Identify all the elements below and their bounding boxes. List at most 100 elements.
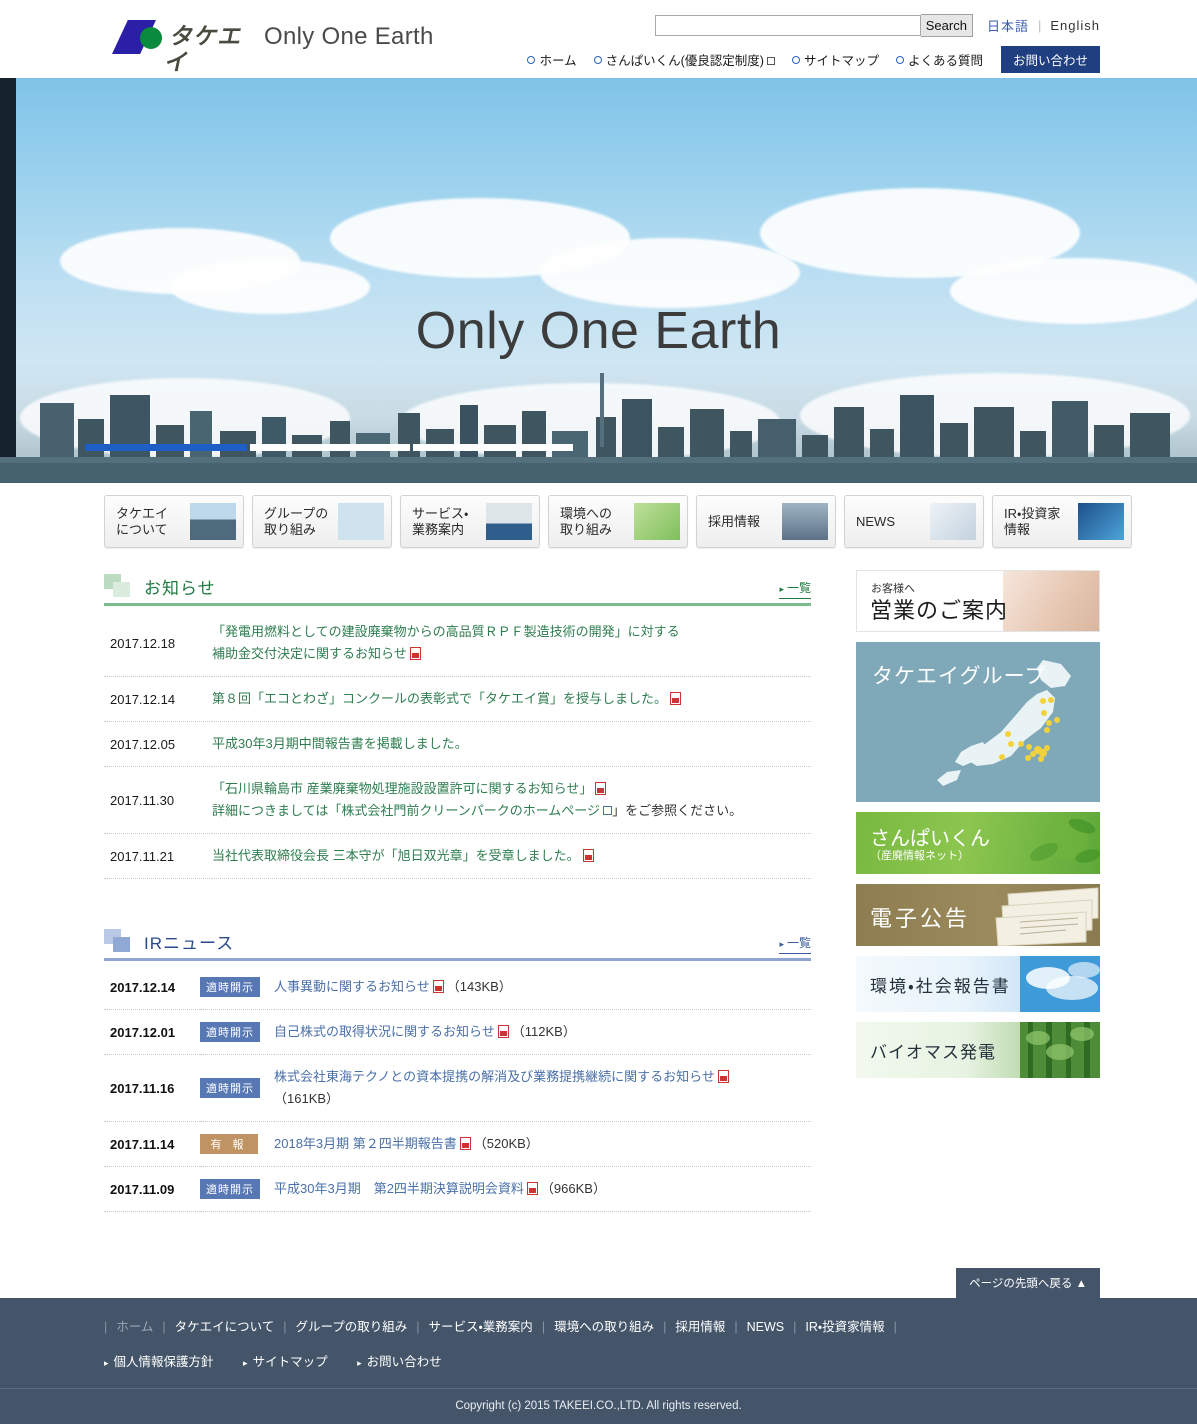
banner-env-social-report[interactable]: 環境・社会報告書 bbox=[856, 956, 1100, 1012]
footer-privacy-link[interactable]: ▸ 個人情報保護方針 bbox=[104, 1355, 214, 1369]
ir-date: 2017.11.09 bbox=[110, 1181, 175, 1197]
table-row[interactable]: 2017.12.05 平成30年3月期中間報告書を掲載しました。 bbox=[104, 722, 811, 767]
contact-button[interactable]: お問い合わせ bbox=[1000, 46, 1100, 73]
footer-contact-link[interactable]: ▸ お問い合わせ bbox=[357, 1355, 442, 1369]
footer-nav-item-group[interactable]: グループの取り組み bbox=[287, 1320, 417, 1334]
ir-more-link[interactable]: ▸ 一覧 bbox=[779, 934, 811, 954]
news-link[interactable]: 「発電用燃料としての建設廃棄物からの高品質ＲＰＦ製造技術の開発」に対する bbox=[212, 624, 680, 639]
gnav-tile-label-line2: について bbox=[116, 521, 168, 537]
footer-sub-label: 個人情報保護方針 bbox=[113, 1355, 214, 1369]
footer-sitemap-link[interactable]: ▸ サイトマップ bbox=[243, 1355, 328, 1369]
ir-link[interactable]: 平成30年3月期 第2四半期決算説明会資料 bbox=[274, 1181, 524, 1196]
gnav-tile-ir[interactable]: IR・投資家 情報 bbox=[992, 495, 1132, 548]
pdf-icon[interactable] bbox=[497, 1025, 509, 1038]
status-badge: 適時開示 bbox=[200, 977, 260, 997]
news-link[interactable]: 「石川県輪島市 産業廃棄物処理施設設置許可に関するお知らせ」 bbox=[212, 781, 592, 796]
pdf-icon[interactable] bbox=[459, 1137, 471, 1150]
ir-link[interactable]: 2018年3月期 第２四半期報告書 bbox=[274, 1136, 457, 1151]
header-nav-item-sitemap[interactable]: サイトマップ bbox=[791, 50, 879, 69]
table-row[interactable]: 2017.12.14 第８回「エコとわざ」コンクールの表彰式で「タケエイ賞」を授… bbox=[104, 677, 811, 722]
table-row[interactable]: 2017.12.14 適時開示 人事異動に関するお知らせ （143KB） bbox=[104, 965, 811, 1010]
logo-mark-icon: タケエイ bbox=[112, 18, 252, 76]
hero-slider-indicator[interactable] bbox=[85, 444, 576, 451]
footer-nav-item-about[interactable]: タケエイについて bbox=[166, 1320, 284, 1334]
globe-data-thumb-icon bbox=[1078, 503, 1124, 540]
pdf-icon[interactable] bbox=[432, 980, 444, 993]
table-row[interactable]: 2017.11.30 「石川県輪島市 産業廃棄物処理施設設置許可に関するお知らせ… bbox=[104, 767, 811, 834]
news-date: 2017.11.30 bbox=[110, 792, 175, 808]
table-row[interactable]: 2017.11.16 適時開示 株式会社東海テクノとの資本提携の解消及び業務提携… bbox=[104, 1055, 811, 1122]
search-input[interactable] bbox=[654, 15, 921, 36]
ir-date: 2017.11.14 bbox=[110, 1136, 175, 1152]
pdf-icon[interactable] bbox=[595, 782, 607, 795]
pdf-icon[interactable] bbox=[717, 1070, 729, 1083]
gnav-tile-label-line1: グループの bbox=[264, 505, 329, 521]
banner-sales-guide[interactable]: お客様へ 営業のご案内 bbox=[856, 570, 1100, 632]
hero-banner[interactable]: Only One Earth bbox=[0, 78, 1197, 483]
footer-spacer bbox=[0, 1212, 1197, 1268]
news-more-link[interactable]: ▸ 一覧 bbox=[779, 579, 811, 599]
news-link[interactable]: 当社代表取締役会長 三本守が「旭日双光章」を受章しました。 bbox=[212, 848, 580, 863]
site-logo[interactable]: タケエイ Only One Earth bbox=[112, 18, 434, 76]
gnav-tile-group[interactable]: グループの 取り組み bbox=[252, 495, 392, 548]
gnav-tile-news[interactable]: NEWS bbox=[844, 495, 984, 548]
table-row[interactable]: 2017.11.09 適時開示 平成30年3月期 第2四半期決算説明会資料 （96… bbox=[104, 1167, 811, 1212]
ir-text: 2018年3月期 第２四半期報告書 bbox=[274, 1136, 457, 1151]
gnav-tile-recruit[interactable]: 採用情報 bbox=[696, 495, 836, 548]
footer-nav-item-environment[interactable]: 環境への取り組み bbox=[545, 1320, 663, 1334]
ir-date: 2017.11.16 bbox=[110, 1080, 175, 1096]
gnav-tile-label-line2: 業務案内 bbox=[412, 521, 465, 537]
table-row[interactable]: 2017.12.01 適時開示 自己株式の取得状況に関するお知らせ （112KB） bbox=[104, 1010, 811, 1055]
news-section-title: お知らせ bbox=[144, 579, 216, 598]
page-top-button[interactable]: ページの先頭へ戻る ▲ bbox=[956, 1268, 1100, 1298]
ir-link[interactable]: 株式会社東海テクノとの資本提携の解消及び業務提携継続に関するお知らせ bbox=[274, 1069, 715, 1084]
page-root: タケエイ Only One Earth Search 日本語 | English… bbox=[0, 0, 1197, 1424]
pdf-icon[interactable] bbox=[526, 1182, 538, 1195]
ir-link[interactable]: 自己株式の取得状況に関するお知らせ bbox=[274, 1024, 495, 1039]
header-nav-item-home[interactable]: ホーム bbox=[527, 50, 577, 69]
header-nav-item-sanpaikun[interactable]: さんぱいくん(優良認定制度) bbox=[593, 50, 775, 69]
pdf-icon[interactable] bbox=[670, 692, 682, 705]
bullet-icon bbox=[527, 55, 536, 64]
gnav-tile-service[interactable]: サービス・ 業務案内 bbox=[400, 495, 540, 548]
news-link[interactable]: 詳細につきましては「株式会社門前クリーンパークのホームページ bbox=[212, 803, 613, 818]
news-link[interactable]: 第８回「エコとわざ」コンクールの表彰式で「タケエイ賞」を授与しました。 bbox=[212, 691, 667, 706]
gnav-tile-label-line1: 環境への bbox=[560, 505, 613, 521]
news-link[interactable]: 補助金交付決定に関するお知らせ bbox=[212, 646, 407, 661]
sidebar-column: お客様へ 営業のご案内 タケエイグループ さんぱいくん （産廃情報ネット） 電子… bbox=[856, 570, 1100, 1088]
news-body: 当社代表取締役会長 三本守が「旭日双光章」を受章しました。 bbox=[212, 834, 811, 879]
footer-nav-item-ir[interactable]: IR・投資家情報 bbox=[796, 1320, 893, 1334]
search-button[interactable]: Search bbox=[920, 14, 973, 37]
ir-link[interactable]: 人事異動に関するお知らせ bbox=[274, 979, 430, 994]
news-body: 第８回「エコとわざ」コンクールの表彰式で「タケエイ賞」を授与しました。 bbox=[212, 677, 811, 722]
gnav-tile-label-line1: タケエイ bbox=[116, 505, 169, 521]
footer-nav-item-service[interactable]: サービス・業務案内 bbox=[420, 1320, 542, 1334]
site-header: タケエイ Only One Earth Search 日本語 | English… bbox=[0, 0, 1197, 78]
news-list: 2017.12.18 「発電用燃料としての建設廃棄物からの高品質ＲＰＦ製造技術の… bbox=[104, 610, 811, 879]
gnav-tile-environment[interactable]: 環境への 取り組み bbox=[548, 495, 688, 548]
lang-japanese-link[interactable]: 日本語 bbox=[987, 16, 1029, 35]
pdf-icon[interactable] bbox=[409, 647, 421, 660]
table-row[interactable]: 2017.11.21 当社代表取締役会長 三本守が「旭日双光章」を受章しました。 bbox=[104, 834, 811, 879]
gnav-tile-about[interactable]: タケエイ について bbox=[104, 495, 244, 548]
header-nav-label: ホーム bbox=[539, 54, 577, 68]
header-nav-item-faq[interactable]: よくある質問 bbox=[895, 50, 983, 69]
pdf-icon[interactable] bbox=[582, 849, 594, 862]
banner-takeei-group[interactable]: タケエイグループ bbox=[856, 642, 1100, 802]
arrow-right-icon: ▸ bbox=[243, 1358, 248, 1368]
table-row[interactable]: 2017.11.14 有 報 2018年3月期 第２四半期報告書 （520KB） bbox=[104, 1122, 811, 1167]
footer-nav-item-news[interactable]: NEWS bbox=[738, 1320, 794, 1334]
footer-nav-item-recruit[interactable]: 採用情報 bbox=[666, 1320, 734, 1334]
banner-electronic-notice[interactable]: 電子公告 bbox=[856, 884, 1100, 946]
banner-title: 営業のご案内 bbox=[870, 598, 1009, 623]
news-link[interactable]: 平成30年3月期中間報告書を掲載しました。 bbox=[212, 736, 468, 751]
sky-cloud-icon bbox=[1020, 956, 1100, 1012]
ir-filesize: （143KB） bbox=[446, 979, 512, 994]
table-row[interactable]: 2017.12.18 「発電用燃料としての建設廃棄物からの高品質ＲＰＦ製造技術の… bbox=[104, 610, 811, 677]
footer-nav-item-home[interactable]: ホーム bbox=[107, 1320, 162, 1334]
banner-sanpai-kun[interactable]: さんぱいくん （産廃情報ネット） bbox=[856, 812, 1100, 874]
lang-english-link[interactable]: English bbox=[1050, 18, 1100, 33]
news-text-line1: 当社代表取締役会長 三本守が「旭日双光章」を受章しました。 bbox=[212, 848, 580, 863]
ir-filesize: （966KB） bbox=[540, 1181, 606, 1196]
banner-biomass-power[interactable]: バイオマス発電 bbox=[856, 1022, 1100, 1078]
